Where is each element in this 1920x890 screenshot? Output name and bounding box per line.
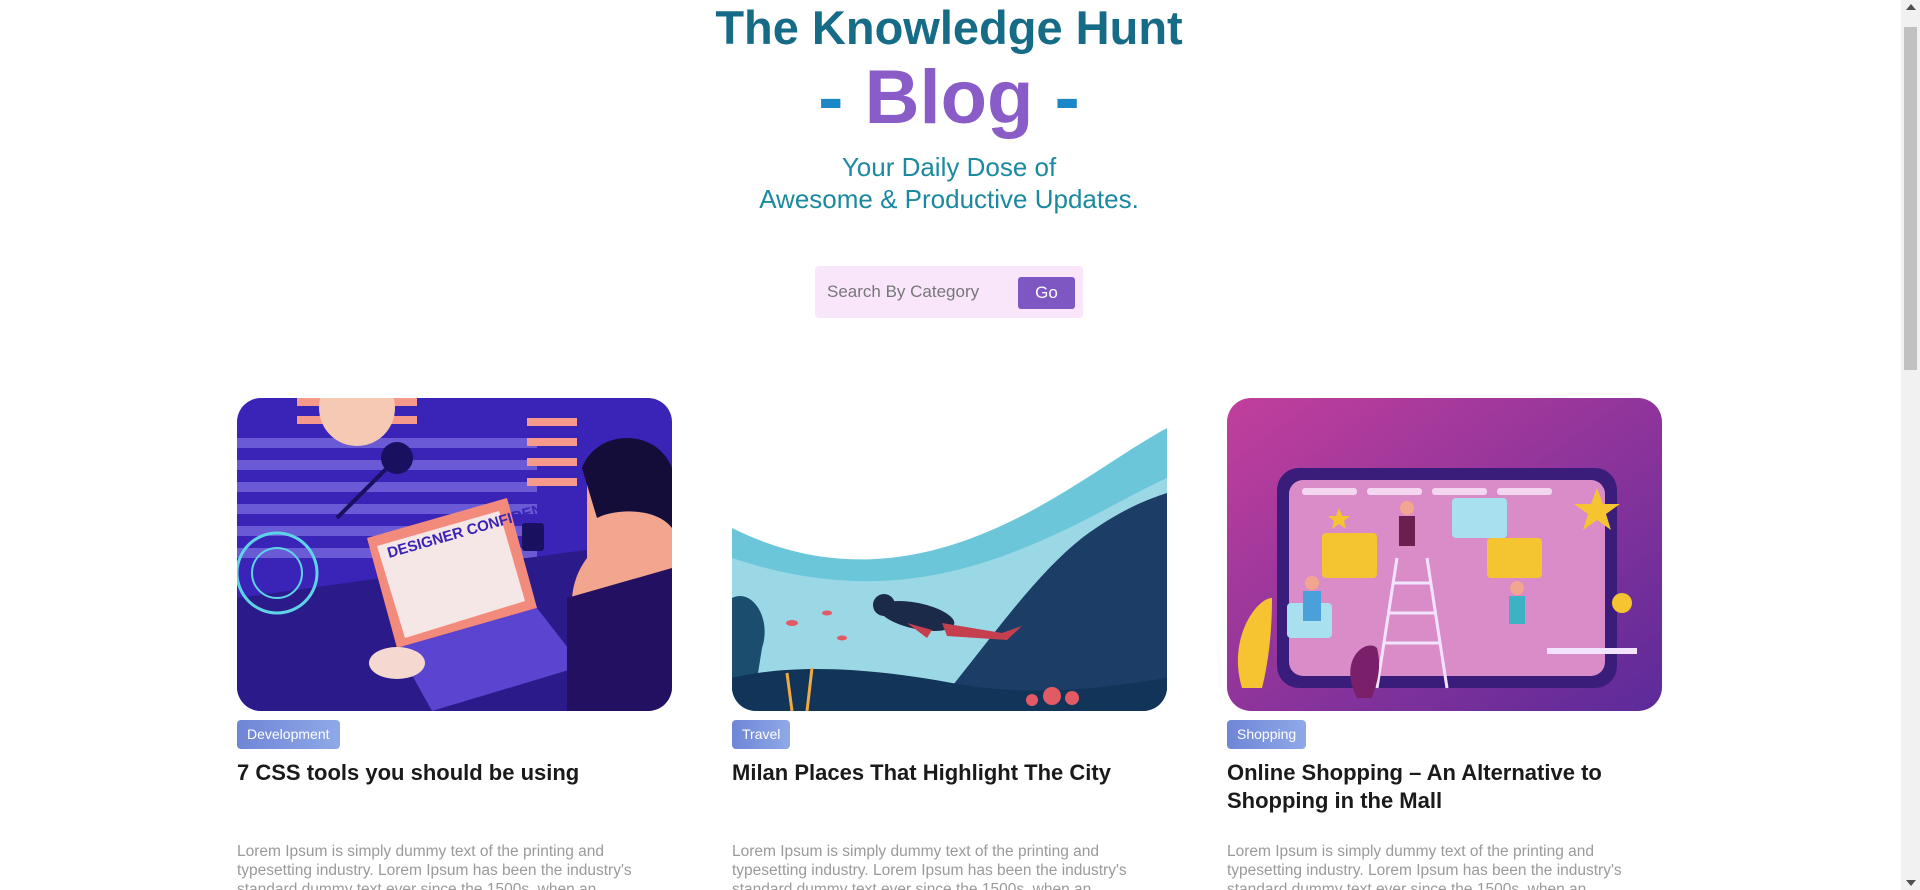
category-badge-development[interactable]: Development — [237, 720, 340, 749]
card-excerpt: Lorem Ipsum is simply dummy text of the … — [732, 843, 1127, 890]
card-excerpt: Lorem Ipsum is simply dummy text of the … — [1227, 843, 1622, 890]
blog-card-development[interactable]: DESIGNER CONFIDENTIAL Development 7 CSS … — [237, 398, 672, 890]
card-title[interactable]: 7 CSS tools you should be using — [237, 759, 672, 815]
blog-heading: - Blog - — [0, 58, 1898, 138]
card-image-shopping-illustration[interactable] — [1227, 398, 1662, 711]
card-excerpt: Lorem Ipsum is simply dummy text of the … — [237, 843, 632, 890]
scroll-up-arrow-icon[interactable] — [1906, 4, 1916, 10]
card-image-designer-illustration[interactable]: DESIGNER CONFIDENTIAL — [237, 398, 672, 711]
card-title[interactable]: Online Shopping – An Alternative to Shop… — [1227, 759, 1662, 815]
search-box: Go — [815, 266, 1083, 318]
scrollbar-thumb[interactable] — [1904, 27, 1917, 370]
blog-heading-word: Blog — [864, 55, 1034, 140]
tagline-line-2: Awesome & Productive Updates. — [759, 184, 1139, 214]
go-button[interactable]: Go — [1018, 277, 1075, 309]
card-title[interactable]: Milan Places That Highlight The City — [732, 759, 1167, 815]
vertical-scrollbar[interactable] — [1901, 0, 1920, 890]
category-badge-shopping[interactable]: Shopping — [1227, 720, 1307, 749]
card-image-diver-illustration[interactable] — [732, 398, 1167, 711]
blog-card-shopping[interactable]: Shopping Online Shopping – An Alternativ… — [1227, 398, 1662, 890]
tagline-line-1: Your Daily Dose of — [841, 152, 1057, 182]
site-title: The Knowledge Hunt — [715, 1, 1183, 54]
blog-heading-dash-left: - — [818, 55, 865, 140]
category-badge-travel[interactable]: Travel — [732, 720, 791, 749]
scroll-down-arrow-icon[interactable] — [1906, 880, 1916, 886]
blog-card-travel[interactable]: Travel Milan Places That Highlight The C… — [732, 398, 1167, 890]
tagline: Your Daily Dose of Awesome & Productive … — [0, 151, 1898, 215]
search-category-input[interactable] — [823, 276, 1021, 308]
blog-heading-dash-right: - — [1033, 55, 1080, 140]
